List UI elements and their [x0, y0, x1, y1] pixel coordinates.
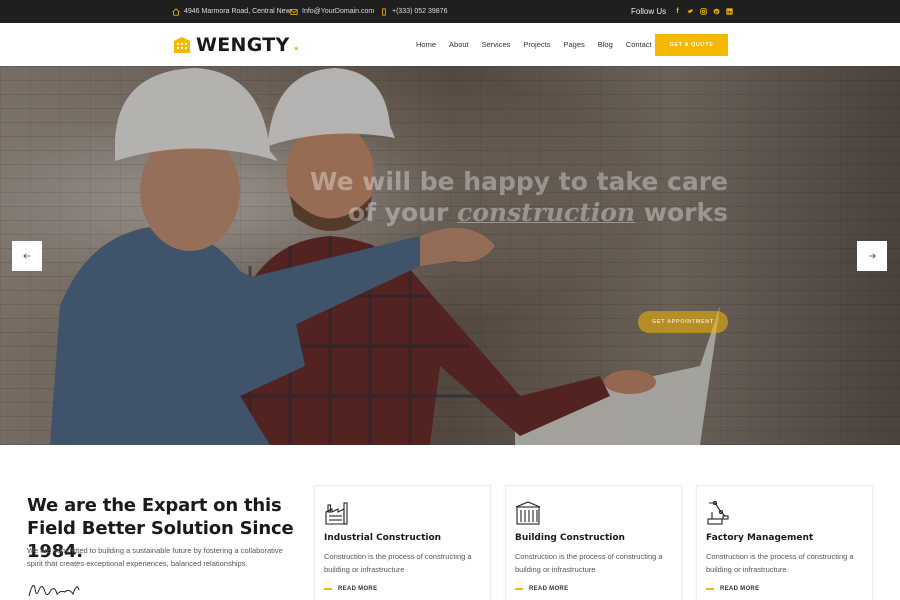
crane-robot-icon — [707, 500, 729, 525]
about-text: We are committed to building a sustainab… — [27, 546, 283, 568]
instagram-icon[interactable] — [700, 8, 707, 15]
email-text[interactable]: Info@YourDomain.com — [302, 8, 374, 15]
social-links: f p in — [674, 0, 733, 23]
slider-prev-button[interactable] — [12, 241, 42, 271]
factory-icon — [325, 502, 348, 525]
service-title: Factory Management — [706, 533, 814, 543]
nav-blog[interactable]: Blog — [598, 40, 613, 49]
building-icon — [515, 501, 541, 525]
svg-text:in: in — [727, 9, 731, 14]
read-more-line — [706, 588, 714, 590]
read-more-label[interactable]: READ MORE — [529, 586, 568, 592]
address-info: 4946 Marmora Road, Central New — [172, 0, 291, 23]
linkedin-icon[interactable]: in — [726, 8, 733, 15]
hero-overlay — [0, 66, 900, 445]
nav-projects[interactable]: Projects — [523, 40, 550, 49]
site-logo[interactable]: WENGTY. — [172, 34, 299, 56]
top-bar: 4946 Marmora Road, Central New Info@Your… — [0, 0, 900, 23]
slider-next-button[interactable] — [857, 241, 887, 271]
follow-us-label: Follow Us — [631, 7, 667, 16]
facebook-icon[interactable]: f — [674, 8, 681, 15]
home-icon — [172, 7, 180, 16]
building-logo-icon — [174, 37, 190, 53]
nav-about[interactable]: About — [449, 40, 469, 49]
hero-heading: We will be happy to take care of your co… — [310, 166, 728, 228]
service-desc: Construction is the process of construct… — [706, 552, 854, 574]
phone-text[interactable]: +(333) 052 39876 — [392, 8, 447, 15]
service-card-industrial[interactable]: Industrial Construction Construction is … — [314, 485, 491, 600]
hero-heading-line1: We will be happy to take care — [309, 167, 728, 196]
hero-heading-pre: of your — [347, 198, 449, 227]
nav-contact[interactable]: Contact — [626, 40, 652, 49]
nav-pages[interactable]: Pages — [563, 40, 584, 49]
service-card-building[interactable]: Building Construction Construction is th… — [505, 485, 682, 600]
read-more-label[interactable]: READ MORE — [720, 586, 759, 592]
read-more-label[interactable]: READ MORE — [338, 586, 377, 592]
email-info[interactable]: Info@YourDomain.com — [290, 0, 374, 23]
read-more-link[interactable]: READ MORE — [706, 586, 759, 592]
hero-heading-line2: of your construction works — [310, 197, 728, 228]
read-more-link[interactable]: READ MORE — [324, 586, 377, 592]
get-appointment-button[interactable]: GET APPOINTMENT — [638, 311, 728, 333]
hero-heading-accent: construction — [457, 198, 636, 227]
arrow-right-icon — [868, 253, 876, 259]
main-nav: Home About Services Projects Pages Blog … — [416, 23, 665, 66]
get-a-quote-button[interactable]: GET A QUOTE — [655, 34, 728, 56]
mail-icon — [290, 8, 298, 15]
service-title: Building Construction — [515, 533, 625, 543]
service-desc: Construction is the process of construct… — [515, 552, 663, 574]
service-title: Industrial Construction — [324, 533, 442, 543]
nav-home[interactable]: Home — [416, 40, 436, 49]
twitter-icon[interactable] — [687, 8, 694, 15]
address-text: 4946 Marmora Road, Central New — [184, 8, 291, 15]
logo-dot: . — [293, 34, 299, 55]
pinterest-icon[interactable]: p — [713, 8, 720, 15]
signature-image — [28, 584, 80, 597]
read-more-line — [324, 588, 332, 590]
arrow-left-icon — [23, 253, 31, 259]
hero-heading-post: works — [643, 198, 728, 227]
read-more-link[interactable]: READ MORE — [515, 586, 568, 592]
svg-text:p: p — [715, 9, 718, 14]
hero-slider: We will be happy to take care of your co… — [0, 66, 900, 445]
logo-text: WENGTY — [196, 34, 290, 56]
service-desc: Construction is the process of construct… — [324, 552, 472, 574]
nav-services[interactable]: Services — [482, 40, 511, 49]
read-more-line — [515, 588, 523, 590]
site-header: WENGTY. Home About Services Projects Pag… — [0, 23, 900, 66]
phone-icon — [382, 7, 386, 16]
phone-info[interactable]: +(333) 052 39876 — [380, 0, 447, 23]
service-card-factory[interactable]: Factory Management Construction is the p… — [696, 485, 873, 600]
